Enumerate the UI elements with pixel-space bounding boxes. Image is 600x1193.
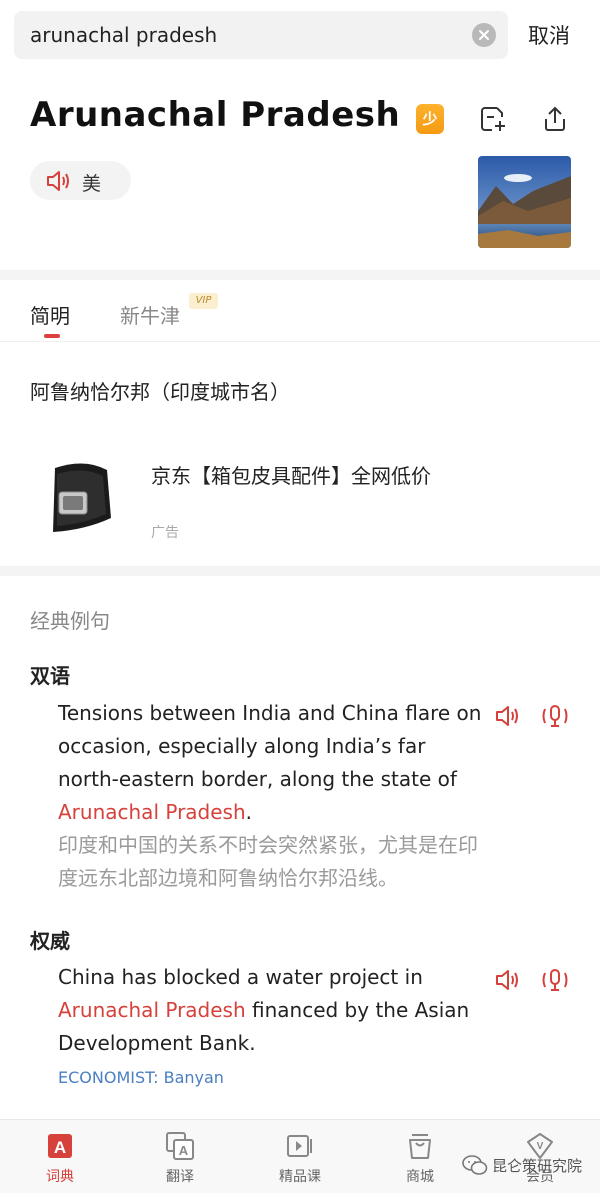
nav-item-dictionary[interactable]: A 词典: [0, 1120, 120, 1193]
highlight-term[interactable]: Arunachal Pradesh: [58, 998, 246, 1022]
example-source[interactable]: ECONOMIST: Banyan: [58, 1068, 224, 1087]
pronunciation-button[interactable]: 美: [30, 161, 131, 200]
definition-text: 阿鲁纳恰尔邦（印度城市名）: [30, 380, 290, 404]
section-divider: [0, 270, 600, 280]
dictionary-icon: A: [48, 1134, 72, 1158]
watermark: 昆仑策研究院: [462, 1150, 594, 1180]
speaker-icon[interactable]: [495, 967, 523, 993]
speaker-icon[interactable]: [495, 703, 523, 729]
example-sentence-2: China has blocked a water project in Aru…: [58, 965, 470, 1055]
nav-item-courses[interactable]: 精品课: [240, 1120, 360, 1193]
examples-section-title: 经典例句: [30, 609, 110, 633]
tab-new-oxford[interactable]: 新牛津: [120, 300, 180, 329]
word-thumbnail-image[interactable]: [478, 156, 571, 248]
search-query[interactable]: arunachal pradesh: [30, 23, 217, 47]
example-sentence-1: Tensions between India and China flare o…: [58, 701, 482, 824]
ad-label: 广告: [151, 525, 179, 541]
svg-text:A: A: [54, 1138, 66, 1157]
speaker-icon: [47, 171, 69, 191]
section-divider: [0, 566, 600, 576]
course-icon: [287, 1135, 312, 1157]
ad-title[interactable]: 京东【箱包皮具配件】全网低价: [151, 460, 431, 489]
translate-icon: A: [166, 1132, 194, 1160]
highlight-term[interactable]: Arunachal Pradesh: [58, 800, 246, 824]
search-bar: arunachal pradesh 取消: [0, 0, 600, 72]
dictionary-tabs: 简明 新牛津: [0, 280, 600, 342]
add-note-icon[interactable]: [478, 104, 508, 134]
search-input[interactable]: arunachal pradesh: [14, 11, 508, 59]
pronunciation-label: 美: [82, 173, 102, 195]
word-title: Arunachal Pradesh: [30, 95, 401, 135]
microphone-icon[interactable]: [541, 703, 569, 729]
tab-concise[interactable]: 简明: [30, 300, 70, 329]
svg-text:A: A: [179, 1143, 189, 1158]
badge-icon[interactable]: 少: [416, 104, 444, 134]
shop-icon: [409, 1134, 431, 1159]
wechat-logo-icon: [462, 1155, 488, 1175]
nav-item-translate[interactable]: A 翻译: [120, 1120, 240, 1193]
share-icon[interactable]: [540, 104, 570, 134]
example-group-title-bilingual: 双语: [30, 664, 70, 688]
example-translation-1: 印度和中国的关系不时会突然紧张，尤其是在印度远东北部边境和阿鲁纳恰尔邦沿线。: [58, 833, 478, 890]
nav-label: 翻译: [166, 1169, 194, 1185]
cancel-button[interactable]: 取消: [528, 20, 570, 50]
clear-icon[interactable]: [472, 23, 496, 47]
active-tab-indicator: [44, 334, 60, 338]
nav-label: 词典: [46, 1169, 74, 1185]
microphone-icon[interactable]: [541, 967, 569, 993]
vip-badge: VIP: [189, 293, 218, 309]
ad-belt-image[interactable]: [45, 456, 115, 542]
example-group-title-authority: 权威: [30, 929, 70, 953]
watermark-text: 昆仑策研究院: [492, 1157, 583, 1175]
nav-label: 精品课: [279, 1169, 321, 1185]
